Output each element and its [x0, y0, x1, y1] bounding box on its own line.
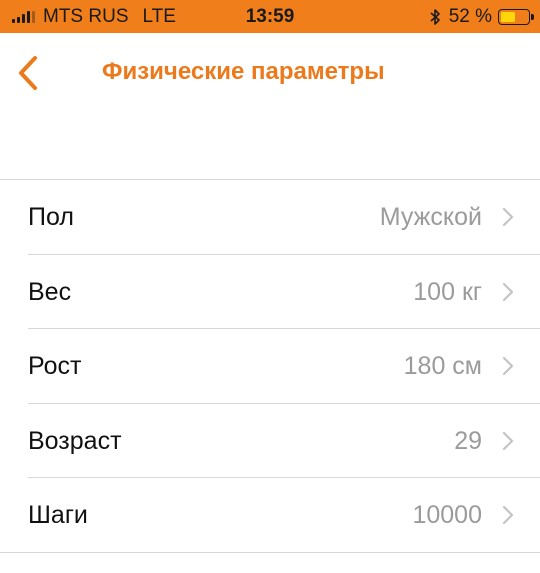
- parameters-list: Пол Мужской Вес 100 кг Рост 180 см Возра…: [0, 179, 540, 553]
- bluetooth-icon: [430, 8, 440, 25]
- back-button[interactable]: [8, 51, 48, 95]
- status-bar: MTS RUS LTE 13:59 52 %: [0, 0, 540, 33]
- row-label: Вес: [28, 277, 72, 306]
- carrier-name: MTS RUS: [43, 5, 129, 27]
- list-item-steps[interactable]: Шаги 10000: [0, 478, 540, 553]
- chevron-right-icon: [502, 356, 514, 376]
- status-left: MTS RUS LTE: [12, 0, 176, 33]
- network-type: LTE: [142, 5, 176, 27]
- list-item-weight[interactable]: Вес 100 кг: [0, 255, 540, 330]
- row-value: 100 кг: [413, 277, 482, 306]
- battery-percent: 52 %: [448, 5, 492, 27]
- row-label: Возраст: [28, 426, 122, 455]
- row-label: Шаги: [28, 501, 88, 529]
- row-value: 10000: [412, 501, 482, 529]
- row-label: Рост: [28, 352, 82, 380]
- row-value: 180 см: [403, 352, 482, 380]
- page-title: Физические параметры: [102, 58, 385, 85]
- navigation-bar: Физические параметры: [0, 33, 540, 113]
- row-value: Мужской: [379, 203, 482, 231]
- list-item-height[interactable]: Рост 180 см: [0, 329, 540, 404]
- chevron-right-icon: [502, 431, 514, 450]
- list-item-gender[interactable]: Пол Мужской: [0, 180, 540, 255]
- status-right: 52 %: [429, 0, 534, 33]
- signal-strength-icon: [12, 10, 37, 23]
- chevron-right-icon: [502, 207, 514, 227]
- battery-level-fill: [501, 11, 515, 22]
- row-label: Пол: [28, 203, 74, 231]
- chevron-right-icon: [502, 282, 514, 301]
- chevron-right-icon: [502, 505, 514, 525]
- chevron-left-icon: [19, 56, 37, 90]
- row-value: 29: [454, 426, 482, 455]
- list-item-age[interactable]: Возраст 29: [0, 404, 540, 479]
- battery-icon: [498, 8, 534, 25]
